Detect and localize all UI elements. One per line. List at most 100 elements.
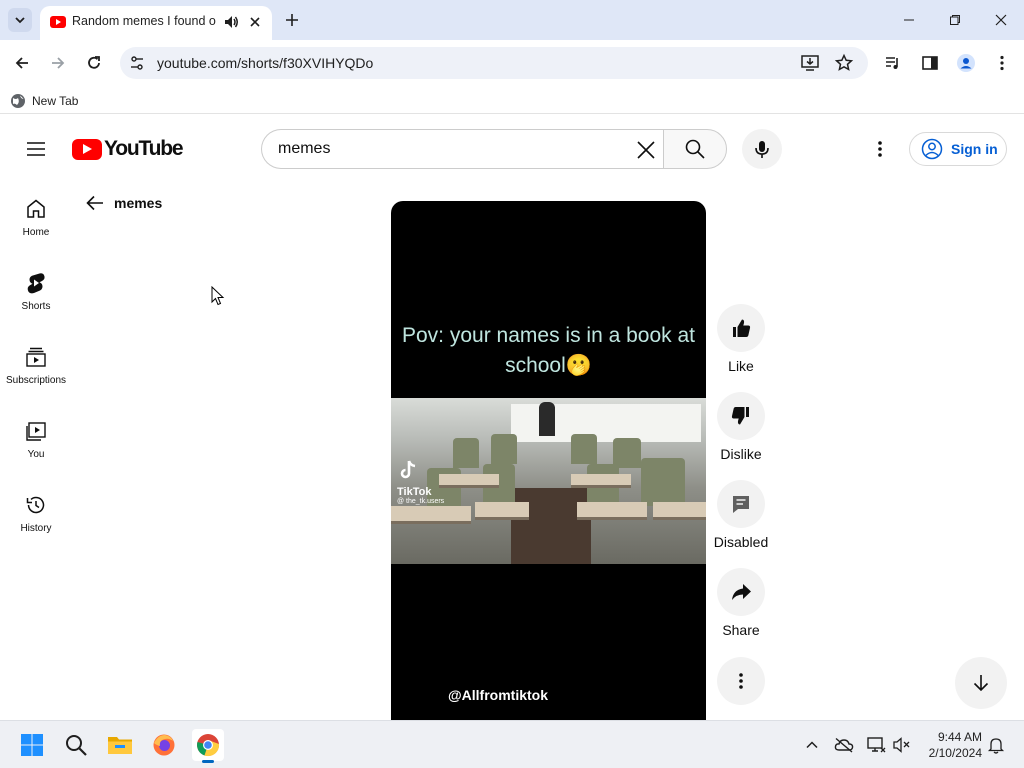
tiktok-username: @ the_tk.users bbox=[397, 498, 445, 505]
more-vertical-icon bbox=[739, 673, 743, 689]
more-actions-button[interactable] bbox=[710, 657, 772, 705]
thumb-up-icon bbox=[733, 319, 751, 337]
arrow-left-icon bbox=[86, 195, 103, 211]
mouse-cursor-icon bbox=[211, 286, 225, 306]
search-input-value[interactable]: memes bbox=[278, 140, 330, 158]
install-app-icon[interactable] bbox=[800, 53, 820, 73]
search-input[interactable]: memes bbox=[261, 129, 664, 169]
back-to-search-button[interactable]: memes bbox=[84, 192, 162, 214]
start-button[interactable] bbox=[16, 729, 48, 761]
youtube-header: YouTube memes Sign in bbox=[0, 121, 1024, 177]
youtube-favicon-icon bbox=[50, 16, 66, 28]
playlist-music-icon bbox=[886, 57, 898, 69]
network-status-button[interactable] bbox=[866, 735, 886, 755]
profile-icon bbox=[957, 54, 975, 72]
file-explorer-button[interactable] bbox=[104, 729, 136, 761]
star-icon[interactable] bbox=[834, 53, 854, 73]
library-icon bbox=[26, 422, 46, 441]
more-actions-circle[interactable] bbox=[717, 657, 765, 705]
dislike-circle[interactable] bbox=[717, 392, 765, 440]
notifications-button[interactable] bbox=[986, 735, 1006, 755]
menu-icon[interactable] bbox=[24, 137, 48, 161]
site-settings-icon[interactable] bbox=[128, 54, 146, 72]
guide-item-label: You bbox=[27, 449, 45, 460]
like-circle[interactable] bbox=[717, 304, 765, 352]
chevron-up-icon bbox=[806, 741, 818, 749]
voice-search-button[interactable] bbox=[742, 129, 782, 169]
youtube-play-icon bbox=[72, 138, 102, 160]
volume-status-button[interactable] bbox=[892, 735, 912, 755]
dislike-button[interactable]: Dislike bbox=[710, 392, 772, 462]
speaker-muted-icon bbox=[893, 737, 910, 753]
share-circle[interactable] bbox=[717, 568, 765, 616]
guide-item-you[interactable]: You bbox=[0, 399, 72, 465]
show-hidden-icons-button[interactable] bbox=[802, 735, 822, 755]
guide-item-subscriptions[interactable]: Subscriptions bbox=[0, 325, 72, 391]
chair bbox=[571, 434, 597, 464]
chevron-down-icon bbox=[15, 17, 25, 24]
taskbar-clock[interactable]: 9:44 AM 2/10/2024 bbox=[918, 729, 982, 761]
side-panel-button[interactable] bbox=[917, 50, 943, 76]
thumb-down-icon bbox=[731, 407, 749, 425]
browser-tab-active[interactable]: Random memes I found on bbox=[40, 6, 272, 40]
bookmark-new-tab[interactable]: New Tab bbox=[10, 91, 78, 111]
desk bbox=[391, 506, 471, 524]
taskbar-search-button[interactable] bbox=[60, 729, 92, 761]
chair bbox=[613, 438, 641, 468]
url-text[interactable]: youtube.com/shorts/f30XVIHYQDo bbox=[157, 55, 373, 71]
chair bbox=[491, 434, 517, 464]
window-close-button[interactable] bbox=[986, 6, 1016, 34]
like-button[interactable]: Like bbox=[710, 304, 772, 374]
clear-icon[interactable] bbox=[634, 138, 658, 162]
guide-item-label: Shorts bbox=[21, 301, 51, 312]
reload-button[interactable] bbox=[81, 50, 107, 76]
guide-item-home[interactable]: Home bbox=[0, 177, 72, 243]
more-vertical-icon bbox=[878, 141, 882, 157]
search-button[interactable] bbox=[663, 129, 727, 169]
plus-icon[interactable] bbox=[280, 8, 304, 32]
network-icon bbox=[867, 737, 886, 753]
profile-button[interactable] bbox=[953, 50, 979, 76]
arrow-left-icon bbox=[15, 57, 28, 69]
youtube-logo-text: YouTube bbox=[104, 137, 184, 160]
close-icon[interactable] bbox=[246, 13, 264, 31]
forward-button[interactable] bbox=[45, 50, 71, 76]
tiktok-watermark: TikTok @ the_tk.users bbox=[397, 459, 444, 505]
guide-item-label: History bbox=[20, 523, 52, 534]
address-bar[interactable]: youtube.com/shorts/f30XVIHYQDo bbox=[120, 47, 868, 79]
speaker-icon[interactable] bbox=[222, 13, 240, 31]
media-controls-button[interactable] bbox=[880, 50, 906, 76]
minimize-button[interactable] bbox=[894, 6, 924, 34]
guide-item-label: Home bbox=[22, 227, 50, 238]
maximize-button[interactable] bbox=[940, 6, 970, 34]
browser-menu-button[interactable] bbox=[989, 50, 1015, 76]
chrome-button[interactable] bbox=[192, 729, 224, 763]
tab-search-button[interactable] bbox=[8, 8, 32, 32]
shorts-video-player[interactable]: Pov: your names is in a book at school🫢 … bbox=[391, 201, 706, 720]
bookmark-label: New Tab bbox=[32, 94, 79, 108]
comments-circle[interactable] bbox=[717, 480, 765, 528]
firefox-button[interactable] bbox=[148, 729, 180, 761]
desk bbox=[577, 502, 647, 520]
channel-name[interactable]: @Allfromtiktok bbox=[448, 687, 548, 703]
tiktok-name: TikTok bbox=[397, 486, 432, 498]
desk bbox=[439, 474, 499, 488]
share-button[interactable]: Share bbox=[710, 568, 772, 638]
sign-in-button[interactable]: Sign in bbox=[909, 132, 1007, 166]
back-button[interactable] bbox=[9, 50, 35, 76]
bookmarks-bar: New Tab bbox=[0, 86, 1024, 114]
guide-item-history[interactable]: History bbox=[0, 473, 72, 539]
youtube-logo[interactable]: YouTube bbox=[72, 137, 184, 161]
share-label: Share bbox=[722, 622, 760, 638]
restore-icon bbox=[950, 15, 960, 25]
guide-item-shorts[interactable]: Shorts bbox=[0, 251, 72, 317]
onedrive-status-button[interactable] bbox=[834, 735, 854, 755]
shorts-icon bbox=[27, 273, 45, 294]
side-panel-icon bbox=[922, 56, 938, 70]
more-vertical-icon bbox=[1000, 55, 1004, 71]
minimize-icon bbox=[904, 19, 914, 21]
comments-button[interactable]: Disabled bbox=[710, 480, 772, 550]
firefox-icon bbox=[153, 734, 175, 756]
next-video-button[interactable] bbox=[955, 657, 1007, 709]
settings-menu-button[interactable] bbox=[868, 137, 892, 161]
